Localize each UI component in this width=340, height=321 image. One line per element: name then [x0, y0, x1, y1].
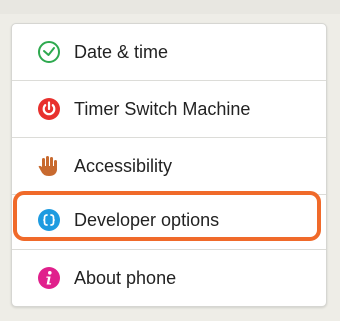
- settings-item-date-time[interactable]: Date & time: [12, 24, 326, 80]
- power-icon: [37, 97, 61, 121]
- clock-icon: [37, 40, 61, 64]
- settings-item-label: Date & time: [74, 41, 169, 62]
- hand-icon: [37, 154, 61, 178]
- settings-item-label: Accessibility: [74, 155, 173, 176]
- settings-item-label: About phone: [74, 267, 177, 288]
- settings-screen: Date & time Timer Switch Machine Accessi…: [0, 0, 340, 321]
- top-strip: [0, 0, 340, 14]
- settings-item-developer-options[interactable]: Developer options: [12, 192, 326, 248]
- braces-icon: [37, 208, 61, 232]
- settings-list: Date & time Timer Switch Machine Accessi…: [11, 23, 327, 307]
- info-icon: [37, 266, 61, 290]
- settings-item-label: Timer Switch Machine: [74, 98, 251, 119]
- settings-item-label: Developer options: [74, 209, 220, 230]
- settings-item-about-phone[interactable]: About phone: [12, 250, 326, 306]
- settings-item-accessibility[interactable]: Accessibility: [12, 138, 326, 194]
- settings-item-timer-switch[interactable]: Timer Switch Machine: [12, 81, 326, 137]
